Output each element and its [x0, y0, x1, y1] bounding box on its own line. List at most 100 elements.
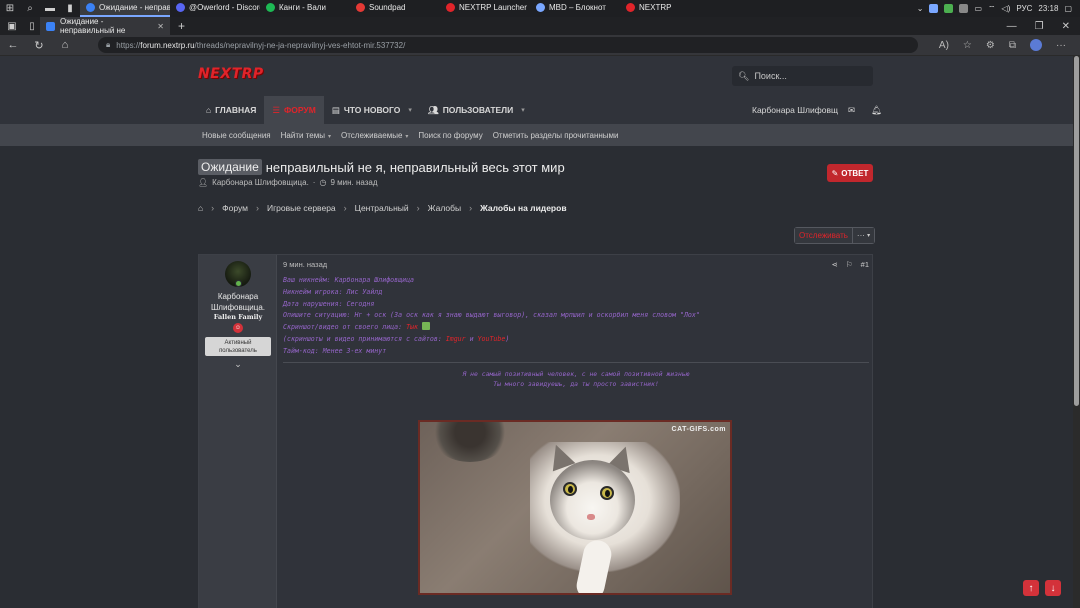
site-logo[interactable]: NEXTRP [198, 66, 264, 82]
username-link[interactable]: Карбонара Шлифовщ [752, 105, 838, 115]
close-tab-icon[interactable]: ✕ [157, 22, 164, 31]
taskbar-app-1[interactable]: @Owerlord - Discord [170, 0, 260, 17]
nav-item-3[interactable]: 👥︎ Пользователи ▾ [420, 96, 533, 124]
wifi-icon[interactable]: ⌔ [988, 4, 996, 14]
close-window-icon[interactable]: ✕ [1062, 21, 1070, 32]
taskbar-app-4[interactable]: NEXTRP Launcher [440, 0, 530, 17]
taskbar-app-6[interactable]: NEXTRP [620, 0, 710, 17]
breadcrumb-item-0[interactable]: Форум [222, 203, 248, 213]
chevron-down-icon[interactable]: ⌄ [199, 359, 277, 370]
app-icon [626, 3, 635, 12]
refresh-icon[interactable]: ↻ [26, 39, 52, 52]
thread-time[interactable]: 9 мин. назад [330, 178, 377, 187]
search-placeholder: Поиск... [754, 71, 787, 81]
taskbar-app-2[interactable]: Канги - Вали [260, 0, 350, 17]
notification-icon[interactable]: ▢ [1064, 4, 1072, 13]
breadcrumb-item-4[interactable]: Жалобы на лидеров [480, 203, 566, 213]
proof-line: Скриншот/видео от своего лица: Тык [283, 322, 700, 334]
search-box[interactable]: 🔍︎ Поиск... [732, 66, 873, 86]
share-icon[interactable]: ⋖ [832, 260, 838, 269]
windows-start-icon[interactable]: ⊞ [0, 0, 20, 17]
more-actions-button[interactable]: ··· ▾ [852, 228, 875, 243]
page-scrollbar[interactable] [1073, 56, 1080, 608]
browser-tab[interactable]: Ожидание - неправильный не ✕ [40, 17, 170, 35]
taskbar-app-5[interactable]: MBD – Блокнот [530, 0, 620, 17]
volume-icon[interactable]: ◁) [1002, 4, 1011, 13]
home-icon[interactable]: ⌂ [198, 203, 203, 213]
subnav-item-0[interactable]: Новые сообщения [202, 131, 271, 140]
post: Карбонара Шлифовщица. Fallen Family ☺ Акт… [198, 254, 873, 608]
thread-prefix-badge[interactable]: Ожидание [198, 159, 262, 175]
subnav-item-4[interactable]: Отметить разделы прочитанными [493, 131, 619, 140]
breadcrumb-item-3[interactable]: Жалобы [428, 203, 461, 213]
post-line-0: Ваш никнейм: Карбонара Шлифовщица [283, 276, 415, 284]
chevron-down-icon[interactable]: ▾ [405, 134, 408, 140]
post-number[interactable]: #1 [861, 260, 869, 269]
breadcrumb-item-2[interactable]: Центральный [355, 203, 409, 213]
search-icon[interactable]: ⌕ [20, 0, 40, 17]
search-icon: 🔍︎ [738, 70, 750, 81]
maximize-icon[interactable]: ❐ [1035, 21, 1044, 32]
new-tab-icon[interactable]: + [178, 19, 185, 33]
scrollbar-thumb[interactable] [1074, 56, 1079, 406]
breadcrumb-item-1[interactable]: Игровые сервера [267, 203, 336, 213]
subnav-item-3[interactable]: Поиск по форуму [418, 131, 482, 140]
chevron-down-icon[interactable]: ▾ [521, 106, 525, 114]
tray-app-icon[interactable] [959, 4, 969, 13]
tab-actions-icon[interactable]: ▣ [2, 18, 22, 35]
url-prefix: https:// [116, 40, 141, 50]
workspace-icon[interactable]: ▯ [22, 18, 42, 35]
taskbar-app-label: MBD – Блокнот [549, 3, 606, 12]
menu-dots-icon[interactable]: ··· [1056, 40, 1066, 51]
post-time[interactable]: 9 мин. назад [283, 260, 327, 269]
taskbar-app-0[interactable]: Ожидание - неправи... [80, 0, 170, 17]
profile-avatar[interactable] [1030, 39, 1042, 51]
favorite-icon[interactable]: ☆ [963, 40, 972, 51]
app-icon[interactable]: ▮ [60, 0, 80, 17]
taskbar-app-3[interactable]: Soundpad [350, 0, 440, 17]
reply-button[interactable]: ✎ ОТВЕТ [827, 164, 873, 182]
lock-icon[interactable]: 🔒︎ [106, 40, 110, 50]
imgur-link[interactable]: Imgur [446, 335, 466, 343]
language-indicator[interactable]: РУС [1016, 4, 1032, 13]
minimize-icon[interactable]: — [1007, 21, 1017, 32]
chevron-up-icon[interactable]: ⌄ [917, 4, 924, 13]
thread-author[interactable]: Карбонара Шлифовщица. [212, 178, 309, 187]
chevron-down-icon[interactable]: ▾ [328, 134, 331, 140]
site-favicon-icon [46, 21, 55, 31]
extensions-icon[interactable]: ⚙ [986, 40, 995, 51]
gift-icon [421, 322, 430, 331]
scroll-down-button[interactable]: ↓ [1045, 580, 1061, 596]
proof-link[interactable]: Тык [406, 323, 418, 331]
tray-app-icon[interactable] [929, 4, 939, 13]
nav-item-0[interactable]: ⌂ Главная [198, 96, 264, 124]
collections-icon[interactable]: ⧉ [1009, 40, 1016, 51]
url-input[interactable]: 🔒︎ https://forum.nextrp.ru/threads/nepra… [98, 37, 918, 53]
thread-action-group: Отслеживать ··· ▾ [794, 227, 876, 244]
youtube-link[interactable]: YouTube [478, 335, 506, 343]
read-aloud-icon[interactable]: A) [939, 40, 949, 51]
scroll-up-button[interactable]: ↑ [1023, 580, 1039, 596]
clock[interactable]: 23:18 [1038, 4, 1058, 13]
cat-gif-image[interactable]: CAT-GIFS.com [418, 420, 732, 595]
nav-item-2[interactable]: ▤ Что нового ▾ [324, 96, 420, 124]
bell-icon[interactable]: 🔔︎ [871, 105, 882, 116]
post-username[interactable]: Карбонара Шлифовщица. [199, 291, 277, 313]
reply-label: ОТВЕТ [841, 168, 869, 178]
chevron-down-icon[interactable]: ▾ [408, 106, 412, 114]
url-host: forum.nextrp.ru [140, 40, 195, 50]
chevron-right-icon: › [416, 203, 420, 213]
battery-icon[interactable]: ▭ [974, 4, 982, 13]
tray-app-icon[interactable] [944, 4, 954, 13]
subnav-item-2[interactable]: Отслеживаемые ▾ [341, 131, 408, 140]
pencil-icon: ✎ [831, 168, 839, 178]
subnav-item-1[interactable]: Найти темы ▾ [281, 131, 331, 140]
app-icon [536, 3, 545, 12]
file-explorer-icon[interactable]: ▬ [40, 0, 60, 17]
watch-button[interactable]: Отслеживать [795, 228, 853, 243]
back-icon[interactable]: ← [0, 39, 26, 51]
home-icon[interactable]: ⌂ [52, 39, 78, 51]
bookmark-icon[interactable]: ⚐ [846, 260, 853, 269]
inbox-icon[interactable]: ✉ [848, 105, 855, 116]
nav-item-1[interactable]: ☰ Форум [264, 96, 324, 124]
